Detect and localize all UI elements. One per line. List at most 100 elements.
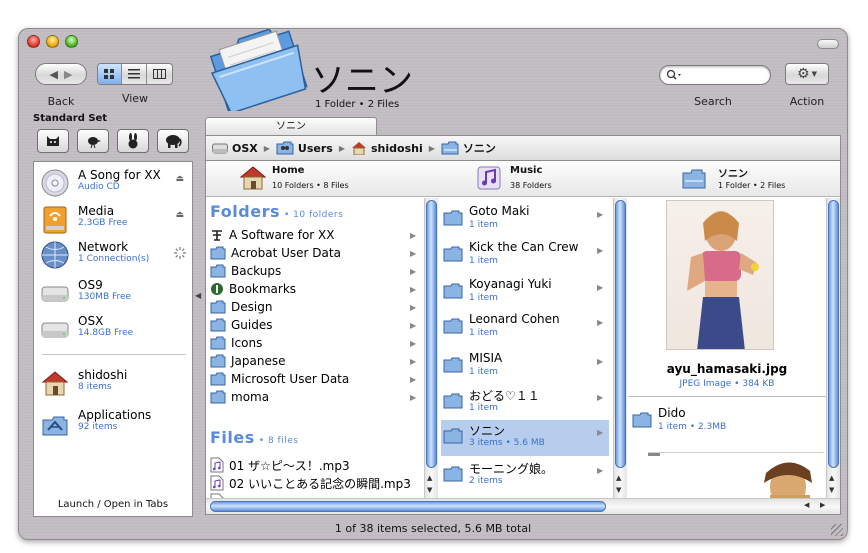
list-item[interactable]: Kick the Can Crew 1 item ▶ bbox=[443, 238, 607, 274]
sidebar-resize-handle[interactable]: ◀ bbox=[195, 291, 201, 300]
bookmarks-icon bbox=[211, 283, 223, 295]
sidebar-item-osx[interactable]: OSX 14.8GB Free bbox=[40, 312, 190, 344]
column-header-title: Home bbox=[272, 165, 305, 176]
hard-drive-icon bbox=[41, 322, 69, 338]
list-item[interactable]: Backups bbox=[210, 262, 281, 280]
scrollbar-thumb[interactable] bbox=[210, 501, 606, 512]
list-item[interactable]: Leonard Cohen 1 item ▶ bbox=[443, 310, 607, 346]
icon-view-icon[interactable] bbox=[98, 64, 123, 84]
list-item[interactable]: A Software for XX bbox=[210, 226, 335, 244]
sidebar-footer[interactable]: Launch / Open in Tabs bbox=[34, 499, 192, 510]
list-item[interactable]: Japanese bbox=[210, 352, 286, 370]
list-item[interactable]: Acrobat User Data bbox=[210, 244, 341, 262]
path-item-users[interactable]: Users bbox=[276, 141, 333, 155]
list-item[interactable]: MISIA 1 item ▶ bbox=[443, 349, 607, 385]
list-item[interactable]: Goto Maki 1 item ▶ bbox=[443, 202, 607, 238]
image-preview[interactable] bbox=[666, 200, 774, 350]
cat-icon[interactable] bbox=[37, 129, 69, 153]
scrollbar-thumb[interactable] bbox=[615, 200, 626, 468]
bird-icon[interactable] bbox=[77, 129, 109, 153]
sidebar-item-audio-cd[interactable]: A Song for XX Audio CD ⏏ bbox=[40, 166, 190, 198]
sidebar-item-media[interactable]: Media 2.3GB Free ⏏ bbox=[40, 202, 190, 234]
sidebar-item-shidoshi[interactable]: shidoshi 8 items bbox=[40, 366, 190, 398]
sidebar-item-name: OSX bbox=[78, 314, 104, 328]
eject-icon[interactable]: ⏏ bbox=[175, 210, 184, 220]
list-item-sub: 1 item bbox=[469, 220, 498, 230]
column-music-scrollbar[interactable]: ▲ ▼ bbox=[613, 198, 627, 499]
folder-icon bbox=[443, 318, 463, 334]
list-item-label: Dido bbox=[658, 406, 686, 420]
list-item[interactable]: 01 ザ☆ピ〜ス！.mp3 bbox=[210, 456, 350, 474]
scroll-down-arrow-icon[interactable]: ▼ bbox=[427, 486, 432, 494]
list-item[interactable]: おどる♡１１ 1 item ▶ bbox=[443, 385, 607, 421]
list-item[interactable]: Koyanagi Yuki 1 item ▶ bbox=[443, 275, 607, 311]
back-forward-button[interactable]: ◀ ▶ bbox=[35, 63, 87, 85]
rabbit-icon[interactable] bbox=[117, 129, 149, 153]
finder-window: ◀ ▶ Back View ソニン 1 Folder • 2 Files Sea… bbox=[18, 28, 848, 540]
column-view-icon[interactable] bbox=[147, 64, 172, 84]
sidebar-item-sub: 2.3GB Free bbox=[78, 218, 128, 228]
column-header-music[interactable]: Music 38 Folders bbox=[424, 161, 628, 197]
list-item[interactable]: Icons bbox=[210, 334, 262, 352]
column-header-home[interactable]: Home 10 Folders • 8 Files bbox=[206, 161, 424, 197]
home-icon bbox=[41, 371, 69, 396]
disclosure-arrow-icon: ▶ bbox=[410, 249, 417, 258]
scroll-down-arrow-icon[interactable]: ▼ bbox=[616, 486, 621, 494]
scroll-down-arrow-icon[interactable]: ▼ bbox=[829, 486, 834, 494]
list-item[interactable]: moma bbox=[210, 388, 269, 406]
disclosure-arrow-icon: ▶ bbox=[410, 321, 417, 330]
toolbar-toggle-button[interactable] bbox=[817, 39, 839, 49]
path-item-sonin[interactable]: ソニン bbox=[441, 140, 496, 156]
list-item-selected[interactable]: ソニン 3 items • 5.6 MB ▶ bbox=[441, 420, 609, 456]
second-image-thumbnail[interactable] bbox=[648, 452, 824, 499]
list-item-label: 01 ザ☆ピ〜ス！.mp3 bbox=[229, 458, 350, 473]
folder-icon bbox=[443, 357, 463, 373]
resize-grip-icon[interactable] bbox=[831, 524, 843, 536]
forward-arrow-icon[interactable]: ▶ bbox=[64, 68, 72, 81]
zoom-button[interactable] bbox=[65, 35, 78, 48]
music-file-icon bbox=[210, 457, 224, 473]
column-preview-scrollbar[interactable]: ▲ ▼ bbox=[826, 198, 840, 499]
sidebar-item-os9[interactable]: OS9 130MB Free bbox=[40, 276, 190, 308]
search-input[interactable] bbox=[659, 65, 771, 85]
preview-divider bbox=[628, 396, 826, 397]
disclosure-arrow-icon: ▶ bbox=[597, 318, 604, 327]
sidebar-item-applications[interactable]: Applications 92 items bbox=[40, 406, 190, 438]
action-button[interactable]: ⚙ ▼ bbox=[785, 63, 829, 85]
horizontal-scrollbar[interactable]: ◀ ▶ bbox=[206, 498, 840, 514]
view-switcher[interactable] bbox=[97, 63, 173, 85]
list-item[interactable]: 02 いいことある記念の瞬間.mp3 bbox=[210, 474, 411, 492]
scrollbar-thumb[interactable] bbox=[828, 200, 839, 468]
scrollbar-thumb[interactable] bbox=[426, 200, 437, 468]
list-item[interactable]: Bookmarks bbox=[210, 280, 296, 298]
list-item[interactable]: モーニング娘。 2 items ▶ bbox=[443, 458, 607, 494]
elephant-icon[interactable] bbox=[157, 129, 189, 153]
close-button[interactable] bbox=[27, 35, 40, 48]
eject-icon[interactable]: ⏏ bbox=[175, 174, 184, 184]
list-item-sub: 2 items bbox=[469, 476, 503, 486]
scroll-up-arrow-icon[interactable]: ▲ bbox=[829, 474, 834, 482]
scroll-up-arrow-icon[interactable]: ▲ bbox=[616, 474, 621, 482]
sidebar-item-network[interactable]: Network 1 Connection(s) bbox=[40, 238, 190, 270]
list-item[interactable]: Dido 1 item • 2.3MB bbox=[632, 404, 796, 440]
list-item-sub: 1 item bbox=[469, 403, 498, 413]
list-item-label: Microsoft User Data bbox=[231, 372, 350, 386]
loading-spinner-icon bbox=[174, 247, 186, 259]
list-item[interactable]: Design bbox=[210, 298, 272, 316]
column-home-scrollbar[interactable]: ▲ ▼ bbox=[424, 198, 438, 499]
path-item-osx[interactable]: OSX bbox=[212, 142, 258, 155]
files-title: Files bbox=[210, 428, 255, 447]
scroll-up-arrow-icon[interactable]: ▲ bbox=[427, 474, 432, 482]
list-item[interactable]: Guides bbox=[210, 316, 273, 334]
list-view-icon[interactable] bbox=[122, 64, 147, 84]
scroll-right-arrow-icon[interactable]: ▶ bbox=[820, 501, 825, 509]
folder-icon bbox=[210, 336, 226, 350]
tab-sonin[interactable]: ソニン bbox=[205, 117, 377, 135]
column-header-sonin[interactable]: ソニン 1 Folder • 2 Files bbox=[628, 161, 840, 197]
path-item-shidoshi[interactable]: shidoshi bbox=[351, 141, 423, 155]
minimize-button[interactable] bbox=[46, 35, 59, 48]
scroll-left-arrow-icon[interactable]: ◀ bbox=[804, 501, 809, 509]
back-arrow-icon[interactable]: ◀ bbox=[50, 68, 58, 81]
chevron-down-icon: ▼ bbox=[811, 70, 817, 78]
list-item[interactable]: Microsoft User Data bbox=[210, 370, 349, 388]
